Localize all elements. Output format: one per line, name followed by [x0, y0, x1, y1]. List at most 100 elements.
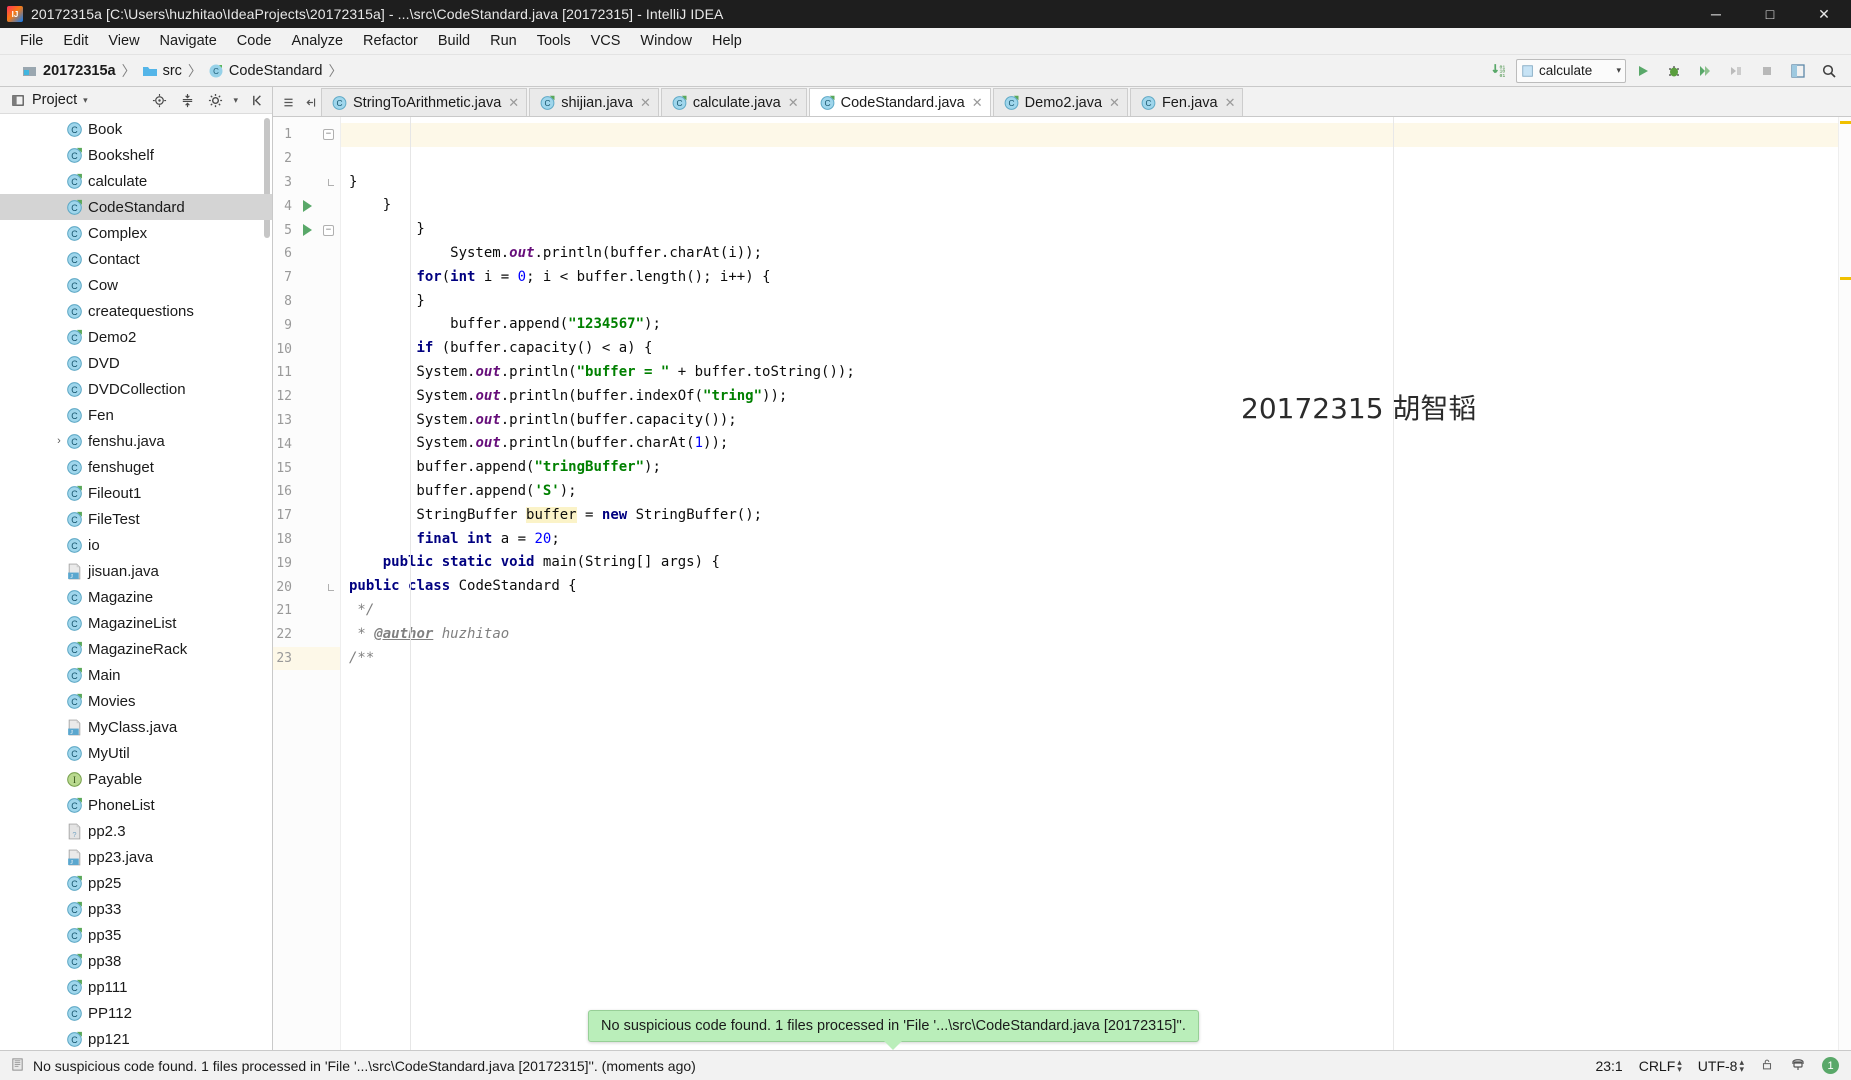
gutter-line-10[interactable]: 10 [273, 337, 340, 361]
read-only-lock-icon[interactable] [1760, 1057, 1774, 1075]
menu-run[interactable]: Run [480, 30, 527, 52]
gutter-line-8[interactable]: 8 [273, 290, 340, 314]
sidebar-item-pp38[interactable]: Cpp38 [0, 948, 272, 974]
code-line-15[interactable]: buffer.append("1234567"); [341, 313, 1838, 337]
tab-list-icon[interactable] [277, 88, 299, 116]
sidebar-item-myutil[interactable]: C MyUtil [0, 740, 272, 766]
project-view-chevron-icon[interactable]: ▾ [83, 95, 88, 106]
locate-icon[interactable] [151, 92, 167, 108]
hide-icon[interactable] [250, 92, 266, 108]
sidebar-item-book[interactable]: C Book [0, 116, 272, 142]
gutter-line-2[interactable]: 2 [273, 147, 340, 171]
breadcrumb-class[interactable]: C CodeStandard [208, 63, 322, 79]
menu-edit[interactable]: Edit [53, 30, 98, 52]
gutter-line-4[interactable]: 4 [273, 194, 340, 218]
tab-close-icon[interactable]: ✕ [788, 95, 799, 111]
code-line-8[interactable]: buffer.append('S'); [341, 480, 1838, 504]
menu-navigate[interactable]: Navigate [150, 30, 227, 52]
code-line-17[interactable]: for(int i = 0; i < buffer.length(); i++)… [341, 266, 1838, 290]
code-editor[interactable]: −1 2 3 4−5 6 7 8 9 10 11 12 13 14 15 16 17 18 19 20 21 22 23 … [273, 117, 1851, 1050]
editor-code-content[interactable]: } } } System.out.println(buffer.charAt(i… [341, 117, 1838, 1050]
run-gutter-icon[interactable] [303, 224, 312, 237]
file-encoding[interactable]: UTF-8 ▴ ▾ [1698, 1057, 1744, 1074]
gutter-line-16[interactable]: 16 [273, 480, 340, 504]
code-line-13[interactable]: System.out.println("buffer = " + buffer.… [341, 361, 1838, 385]
menu-build[interactable]: Build [428, 30, 480, 52]
code-line-23[interactable] [341, 123, 1838, 147]
sidebar-item-phonelist[interactable]: C PhoneList [0, 792, 272, 818]
tab-calculate[interactable]: Ccalculate.java ✕ [660, 88, 807, 116]
menu-analyze[interactable]: Analyze [281, 30, 353, 52]
code-line-20[interactable]: } [341, 194, 1838, 218]
sidebar-item-filetest[interactable]: C FileTest [0, 506, 272, 532]
code-line-7[interactable]: StringBuffer buffer = new StringBuffer()… [341, 504, 1838, 528]
gutter-line-17[interactable]: 17 [273, 504, 340, 528]
tab-demo2[interactable]: C Demo2.java ✕ [992, 88, 1128, 116]
sidebar-item-calculate[interactable]: Ccalculate [0, 168, 272, 194]
code-line-10[interactable]: System.out.println(buffer.charAt(1)); [341, 432, 1838, 456]
notification-balloon[interactable]: No suspicious code found. 1 files proces… [588, 1010, 1199, 1050]
gutter-line-12[interactable]: 12 [273, 385, 340, 409]
gutter-line-22[interactable]: 22 [273, 623, 340, 647]
collapse-all-icon[interactable] [179, 92, 195, 108]
gutter-line-3[interactable]: 3 [273, 171, 340, 195]
menu-window[interactable]: Window [630, 30, 702, 52]
tab-close-icon[interactable]: ✕ [1225, 95, 1236, 111]
sidebar-item-pp112[interactable]: C PP112 [0, 1000, 272, 1026]
code-line-11[interactable]: System.out.println(buffer.capacity()); [341, 409, 1838, 433]
gutter-line-1[interactable]: −1 [273, 123, 340, 147]
sidebar-item-dvdcollection[interactable]: C DVDCollection [0, 376, 272, 402]
tab-shijian[interactable]: Cshijian.java ✕ [529, 88, 659, 116]
sidebar-item-fenshu-java[interactable]: › Cfenshu.java [0, 428, 272, 454]
menu-refactor[interactable]: Refactor [353, 30, 428, 52]
gutter-line-23[interactable]: 23 [273, 646, 340, 671]
gutter-line-19[interactable]: 19 [273, 551, 340, 575]
stripe-marker-warning[interactable] [1840, 121, 1851, 124]
gutter-line-11[interactable]: 11 [273, 361, 340, 385]
gutter-line-6[interactable]: 6 [273, 242, 340, 266]
status-badge[interactable]: 1 [1822, 1057, 1839, 1074]
menu-file[interactable]: File [10, 30, 53, 52]
breadcrumb-project[interactable]: 20172315a [22, 63, 116, 79]
code-line-5[interactable]: public static void main(String[] args) { [341, 551, 1838, 575]
sidebar-item-pp121[interactable]: Cpp121 [0, 1026, 272, 1050]
code-fold-end-icon[interactable] [328, 178, 334, 186]
close-button[interactable]: ✕ [1797, 0, 1851, 28]
sidebar-item-pp35[interactable]: Cpp35 [0, 922, 272, 948]
sidebar-item-main[interactable]: C Main [0, 662, 272, 688]
gutter-line-20[interactable]: 20 [273, 575, 340, 599]
sidebar-item-cow[interactable]: C Cow [0, 272, 272, 298]
gutter-line-18[interactable]: 18 [273, 528, 340, 552]
code-line-22[interactable] [341, 147, 1838, 171]
gutter-line-5[interactable]: −5 [273, 218, 340, 242]
sidebar-item-fenshuget[interactable]: Cfenshuget [0, 454, 272, 480]
code-fold-icon[interactable]: − [323, 129, 334, 141]
sidebar-item-demo2[interactable]: C Demo2 [0, 324, 272, 350]
sidebar-item-dvd[interactable]: C DVD [0, 350, 272, 376]
code-line-21[interactable]: } [341, 171, 1838, 195]
tab-close-icon[interactable]: ✕ [1109, 95, 1120, 111]
sidebar-item-bookshelf[interactable]: C Bookshelf [0, 142, 272, 168]
code-line-3[interactable]: */ [341, 599, 1838, 623]
code-fold-end-icon[interactable] [328, 583, 334, 591]
download-updates-icon[interactable]: 01 10 01 [1485, 58, 1513, 84]
run-icon[interactable] [1629, 58, 1657, 84]
sidebar-item-pp25[interactable]: Cpp25 [0, 870, 272, 896]
project-structure-icon[interactable] [1784, 58, 1812, 84]
project-tree[interactable]: C Book C Bookshelf Ccalculate C CodeStandard C C… [0, 114, 272, 1050]
tab-close-icon[interactable]: ✕ [972, 95, 983, 111]
tab-stringtoarithmetic[interactable]: C StringToArithmetic.java ✕ [321, 88, 528, 116]
code-line-16[interactable]: } [341, 290, 1838, 314]
code-line-19[interactable]: } [341, 218, 1838, 242]
sidebar-item-complex[interactable]: C Complex [0, 220, 272, 246]
code-line-2[interactable]: * @author huzhitao [341, 623, 1838, 647]
sidebar-item-magazinerack[interactable]: C MagazineRack [0, 636, 272, 662]
sidebar-item-io[interactable]: Cio [0, 532, 272, 558]
sidebar-item-magazinelist[interactable]: C MagazineList [0, 610, 272, 636]
tab-close-icon[interactable]: ✕ [508, 95, 519, 111]
run-gutter-icon[interactable] [303, 200, 312, 213]
breadcrumb-src[interactable]: src [142, 63, 182, 79]
tab-previous-icon[interactable] [299, 88, 321, 116]
sidebar-item-payable[interactable]: I Payable [0, 766, 272, 792]
menu-vcs[interactable]: VCS [581, 30, 631, 52]
